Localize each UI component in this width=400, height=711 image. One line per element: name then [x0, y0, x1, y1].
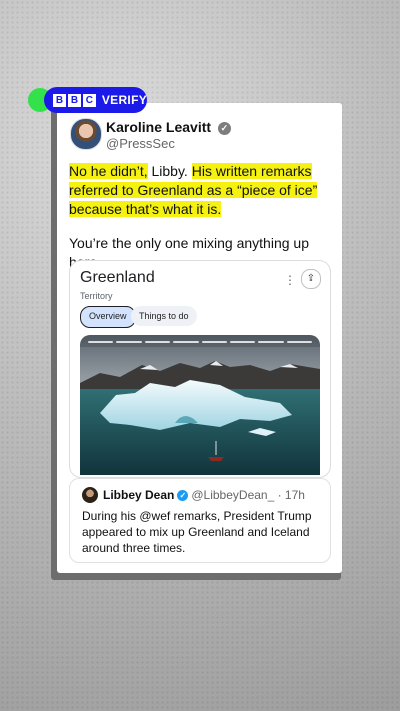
plain-text: Libby.: [147, 163, 192, 179]
chip-overview[interactable]: Overview: [80, 306, 136, 328]
verified-badge-icon: ✓: [177, 490, 189, 501]
greenland-iceberg-photo[interactable]: [80, 335, 320, 475]
author-name[interactable]: Karoline Leavitt ✓: [106, 119, 231, 135]
author-name-text[interactable]: Karoline Leavitt: [106, 119, 211, 135]
quoted-tweet-text: During his @wef remarks, President Trump…: [82, 509, 312, 555]
verify-label: VERIFY: [101, 93, 148, 107]
bbc-logo-letter: B: [53, 93, 66, 107]
chip-things-to-do[interactable]: Things to do: [131, 306, 197, 326]
quoted-author-avatar[interactable]: [82, 487, 98, 503]
bbc-logo-letter: B: [67, 93, 81, 107]
bbc-logo-letter: C: [82, 93, 96, 107]
card-subtitle: Territory: [80, 291, 113, 301]
bbc-verify-badge: B B C VERIFY: [44, 87, 147, 113]
quoted-tweet[interactable]: Libbey Dean ✓ @LibbeyDean_ · 17h During hi…: [69, 478, 331, 563]
highlighted-text: No he didn’t,: [69, 163, 148, 179]
greenland-search-card[interactable]: Greenland Territory ⋮ ⇪ Overview Things …: [69, 260, 331, 478]
quoted-author-handle-time[interactable]: @LibbeyDean_ · 17h: [191, 488, 305, 502]
verified-badge-icon: ✓: [217, 122, 231, 135]
more-options-icon[interactable]: ⋮: [284, 273, 296, 287]
quoted-author-line[interactable]: Libbey Dean ✓ @LibbeyDean_ · 17h: [103, 488, 305, 502]
author-avatar[interactable]: [70, 118, 102, 150]
share-icon[interactable]: ⇪: [301, 269, 321, 289]
story-progress: [88, 341, 312, 343]
author-handle[interactable]: @PressSec: [106, 136, 175, 151]
quoted-author-name[interactable]: Libbey Dean: [103, 488, 174, 502]
card-title: Greenland: [80, 269, 155, 286]
iceberg-photo-svg: [80, 335, 320, 475]
tweet-text: No he didn’t, Libby. His written remarks…: [69, 162, 334, 219]
